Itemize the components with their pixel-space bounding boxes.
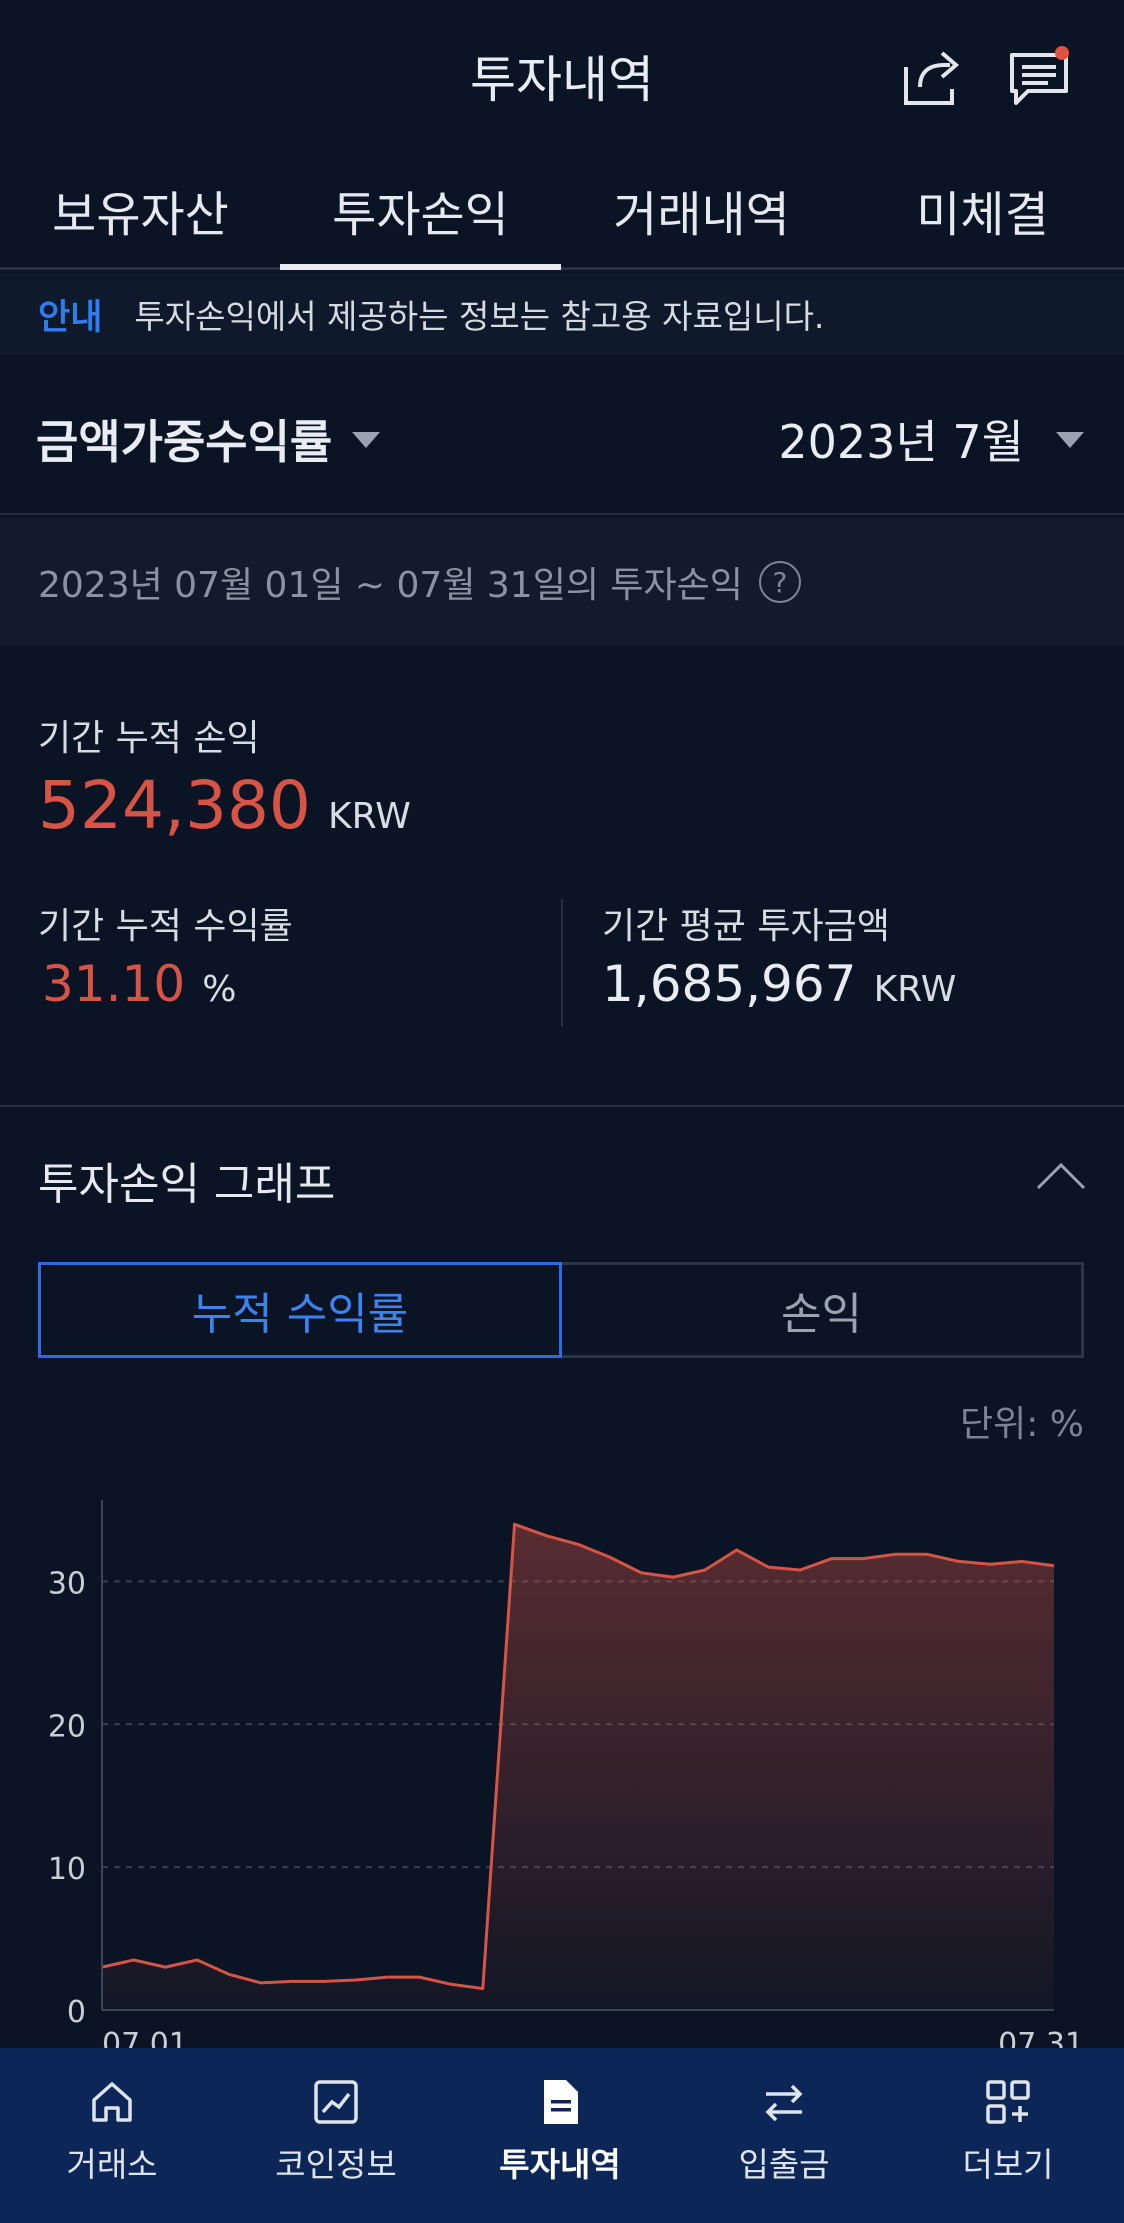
notice-message: 투자손익에서 제공하는 정보는 참고용 자료입니다. bbox=[134, 297, 825, 336]
help-icon[interactable]: ? bbox=[758, 561, 801, 603]
tab-bar: 보유자산 투자손익 거래내역 미체결 bbox=[0, 150, 1124, 270]
range-info: 2023년 07월 01일 ~ 07월 31일의 투자손익 ? bbox=[0, 517, 1124, 647]
nav-deposit-withdraw-label: 입출금 bbox=[738, 2145, 830, 2184]
nav-exchange[interactable]: 거래소 bbox=[0, 2068, 224, 2208]
notification-dot bbox=[1055, 46, 1069, 60]
nav-investments[interactable]: 투자내역 bbox=[448, 2068, 672, 2208]
notice-tag: 안내 bbox=[38, 297, 103, 338]
metric-dropdown[interactable]: 금액가중수익률 bbox=[36, 406, 332, 472]
chart-icon bbox=[310, 2076, 362, 2128]
metric-caret-icon[interactable] bbox=[352, 432, 380, 448]
cum-rate-unit: % bbox=[202, 969, 237, 1010]
chevron-up-icon[interactable] bbox=[1036, 1160, 1086, 1190]
nav-coin-info[interactable]: 코인정보 bbox=[224, 2068, 448, 2208]
chart-unit-label: 단위: % bbox=[959, 1404, 1084, 1445]
nav-exchange-label: 거래소 bbox=[66, 2145, 158, 2184]
cum-rate-value: 31.10 bbox=[42, 955, 186, 1013]
nav-investments-label: 투자내역 bbox=[499, 2145, 621, 2184]
tab-unfilled[interactable]: 미체결 bbox=[842, 150, 1123, 270]
avg-invest-label: 기간 평균 투자금액 bbox=[602, 906, 890, 947]
cum-pnl-label: 기간 누적 손익 bbox=[38, 718, 260, 759]
series-area bbox=[102, 1524, 1054, 2010]
share-icon[interactable] bbox=[900, 45, 964, 109]
tab-history[interactable]: 거래내역 bbox=[561, 150, 842, 270]
avg-invest-value: 1,685,967 bbox=[602, 955, 857, 1013]
tab-pnl[interactable]: 투자손익 bbox=[280, 150, 561, 270]
y-tick-label: 30 bbox=[48, 1566, 86, 1601]
app-header: 투자내역 bbox=[0, 0, 1124, 150]
grid-plus-icon bbox=[982, 2076, 1034, 2128]
notice-chat-icon[interactable] bbox=[1008, 45, 1072, 109]
pnl-chart: 0 10 20 30 07.01 07.31 bbox=[0, 1470, 1124, 2070]
summary-divider bbox=[561, 899, 563, 1027]
period-caret-icon[interactable] bbox=[1056, 432, 1084, 448]
cum-rate-label: 기간 누적 수익률 bbox=[38, 906, 293, 947]
nav-more[interactable]: 더보기 bbox=[896, 2068, 1120, 2208]
active-tab-indicator bbox=[280, 264, 561, 270]
avg-invest-unit: KRW bbox=[873, 969, 957, 1010]
document-icon bbox=[534, 2076, 586, 2128]
y-tick-label: 20 bbox=[48, 1709, 86, 1744]
y-tick-label: 10 bbox=[48, 1852, 86, 1887]
filter-row: 금액가중수익률 2023년 7월 bbox=[0, 370, 1124, 515]
notice-bar: 안내 투자손익에서 제공하는 정보는 참고용 자료입니다. bbox=[0, 273, 1124, 355]
tab-holdings[interactable]: 보유자산 bbox=[0, 150, 281, 270]
nav-deposit-withdraw[interactable]: 입출금 bbox=[672, 2068, 896, 2208]
nav-coin-info-label: 코인정보 bbox=[275, 2145, 397, 2184]
segment-pnl[interactable]: 손익 bbox=[562, 1262, 1084, 1358]
segment-cum-rate[interactable]: 누적 수익률 bbox=[38, 1262, 562, 1358]
nav-more-label: 더보기 bbox=[962, 2145, 1054, 2184]
graph-title: 투자손익 그래프 bbox=[38, 1159, 336, 1210]
summary-panel: 기간 누적 손익 524,380 KRW 기간 누적 수익률 31.10 % 기… bbox=[0, 647, 1124, 1107]
period-dropdown[interactable]: 2023년 7월 bbox=[778, 406, 1024, 472]
page: 투자내역 보유자산 투자손익 거래내역 미체결 안내 투자손익에서 제공하는 정… bbox=[0, 0, 1124, 2223]
cum-pnl-value: 524,380 bbox=[38, 767, 311, 844]
transfer-icon bbox=[758, 2076, 810, 2128]
range-text: 2023년 07월 01일 ~ 07월 31일의 투자손익 bbox=[38, 565, 743, 606]
y-tick-label: 0 bbox=[67, 1995, 86, 2030]
home-icon bbox=[86, 2076, 138, 2128]
pnl-chart-svg: 010203007.01 07.31 bbox=[48, 1500, 1084, 2062]
cum-pnl-unit: KRW bbox=[328, 796, 411, 837]
bottom-nav: 거래소 코인정보 투자내역 입출금 더보기 bbox=[0, 2048, 1124, 2223]
